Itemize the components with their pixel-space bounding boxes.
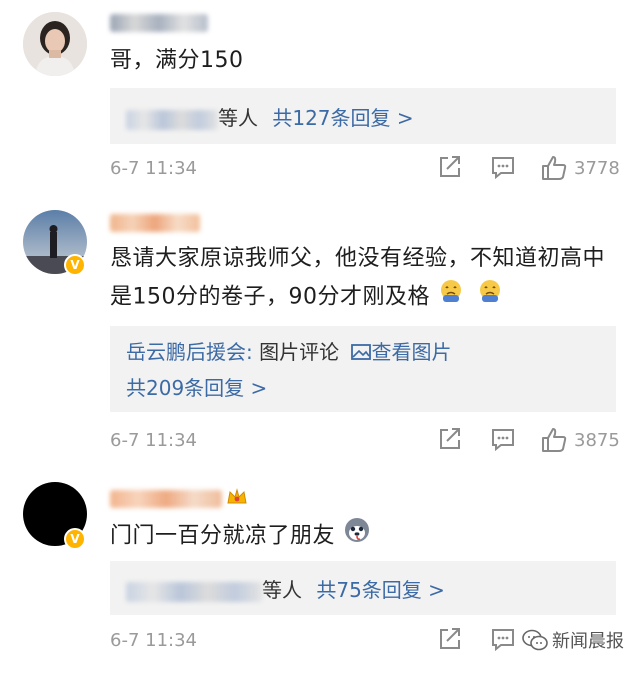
timestamp: 6-7 11:34: [110, 430, 197, 451]
cry-emoji-icon: [438, 278, 464, 317]
timestamp: 6-7 11:34: [110, 158, 197, 179]
username[interactable]: [110, 14, 208, 32]
username[interactable]: [110, 214, 200, 232]
comment-text-body: 门门一百分就凉了朋友: [110, 523, 336, 549]
avatar-image: [23, 12, 87, 76]
view-replies-link[interactable]: 共127条回复 >: [272, 106, 413, 130]
cry-emoji-icon: [477, 278, 503, 317]
comment-icon[interactable]: [490, 154, 516, 184]
reply-author-link[interactable]: 岳云鹏后援会:: [126, 340, 253, 364]
username[interactable]: [110, 490, 222, 508]
reply-suffix: 等人: [262, 578, 302, 602]
share-icon[interactable]: [438, 626, 462, 656]
comment-icon[interactable]: [490, 626, 516, 656]
comment-meta: 6-7 11:34 3875: [110, 426, 620, 456]
husky-emoji-icon: [343, 516, 371, 557]
reply-text: 图片评论: [259, 340, 340, 364]
comment-meta: 6-7 11:34 3778: [110, 154, 620, 184]
avatar[interactable]: [23, 12, 87, 76]
share-icon[interactable]: [438, 154, 462, 184]
reply-summary[interactable]: 等人 共127条回复 >: [126, 102, 414, 131]
timestamp: 6-7 11:34: [110, 630, 197, 651]
comment-text: 哥，满分150: [110, 48, 244, 73]
verified-badge-icon: V: [64, 254, 86, 276]
watermark: 新闻晨报: [522, 627, 624, 653]
reply-summary[interactable]: 共209条回复 >: [126, 372, 267, 401]
blurred-usernames: [126, 109, 218, 130]
reply-summary[interactable]: 等人 共75条回复 >: [126, 574, 445, 603]
view-replies-link[interactable]: 共209条回复 >: [126, 376, 267, 400]
comment-text-body: 恳请大家原谅我师父，他没有经验，不知道初高中是150分的卷子，90分才刚及格: [110, 246, 606, 310]
reply-top: 岳云鹏后援会: 图片评论 查看图片: [126, 336, 451, 365]
like-count: 3875: [574, 430, 620, 451]
blurred-usernames: [126, 581, 262, 602]
reply-preview[interactable]: 等人 共75条回复 >: [110, 561, 616, 615]
comment-text: 恳请大家原谅我师父，他没有经验，不知道初高中是150分的卷子，90分才刚及格: [110, 240, 616, 317]
view-image-label: 查看图片: [371, 340, 452, 364]
reply-suffix: 等人: [218, 106, 258, 130]
comment-text: 门门一百分就凉了朋友: [110, 516, 616, 557]
like-icon[interactable]: [540, 426, 568, 458]
watermark-text: 新闻晨报: [552, 631, 624, 652]
reply-preview[interactable]: 等人 共127条回复 >: [110, 88, 616, 144]
crown-icon: [226, 486, 248, 512]
share-icon[interactable]: [438, 426, 462, 456]
verified-badge-icon: V: [64, 528, 86, 550]
like-count: 3778: [574, 158, 620, 179]
comment-icon[interactable]: [490, 426, 516, 456]
like-icon[interactable]: [540, 154, 568, 186]
reply-preview[interactable]: 岳云鹏后援会: 图片评论 查看图片 共209条回复 >: [110, 326, 616, 412]
view-replies-link[interactable]: 共75条回复 >: [316, 578, 445, 602]
wechat-logo-icon: [522, 629, 548, 651]
image-icon: [351, 344, 372, 360]
view-image-link[interactable]: 查看图片: [351, 340, 451, 364]
